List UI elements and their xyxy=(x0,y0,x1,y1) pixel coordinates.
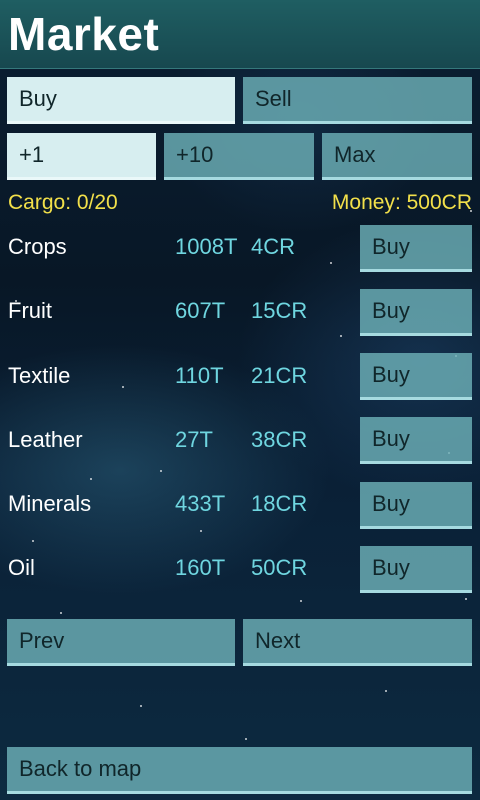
goods-name: Fruit xyxy=(8,298,52,323)
prev-page-button[interactable]: Prev xyxy=(7,619,235,666)
back-to-map-button[interactable]: Back to map xyxy=(7,747,472,794)
buy-crops-button[interactable]: Buy xyxy=(360,225,472,272)
app-header: Market xyxy=(0,0,480,69)
money-status: Money: 500CR xyxy=(331,191,472,214)
sell-mode-tab[interactable]: Sell xyxy=(243,77,472,124)
cargo-status: Cargo: 0/20 xyxy=(8,191,118,214)
goods-name: Textile xyxy=(8,363,71,388)
goods-quantity: 1008T xyxy=(175,234,238,259)
buy-fruit-button[interactable]: Buy xyxy=(360,289,472,336)
next-page-button[interactable]: Next xyxy=(243,619,472,666)
goods-name: Leather xyxy=(8,427,83,452)
goods-price: 15CR xyxy=(251,298,308,323)
goods-price: 4CR xyxy=(251,234,296,259)
goods-price: 21CR xyxy=(251,363,308,388)
buy-minerals-button[interactable]: Buy xyxy=(360,482,472,529)
quantity-plus10-tab[interactable]: +10 xyxy=(164,133,314,180)
goods-price: 18CR xyxy=(251,491,308,516)
goods-price: 38CR xyxy=(251,427,308,452)
buy-leather-button[interactable]: Buy xyxy=(360,417,472,464)
goods-price: 50CR xyxy=(251,555,308,580)
buy-oil-button[interactable]: Buy xyxy=(360,546,472,593)
goods-name: Crops xyxy=(8,234,67,259)
goods-name: Oil xyxy=(8,555,35,580)
goods-quantity: 607T xyxy=(175,298,226,323)
buy-mode-tab[interactable]: Buy xyxy=(7,77,235,124)
page-title: Market xyxy=(8,8,160,60)
quantity-max-tab[interactable]: Max xyxy=(322,133,472,180)
goods-quantity: 110T xyxy=(175,363,224,388)
goods-name: Minerals xyxy=(8,491,92,516)
goods-quantity: 160T xyxy=(175,555,226,580)
quantity-plus1-tab[interactable]: +1 xyxy=(7,133,156,180)
buy-textile-button[interactable]: Buy xyxy=(360,353,472,400)
goods-quantity: 433T xyxy=(175,491,226,516)
goods-quantity: 27T xyxy=(175,427,213,452)
